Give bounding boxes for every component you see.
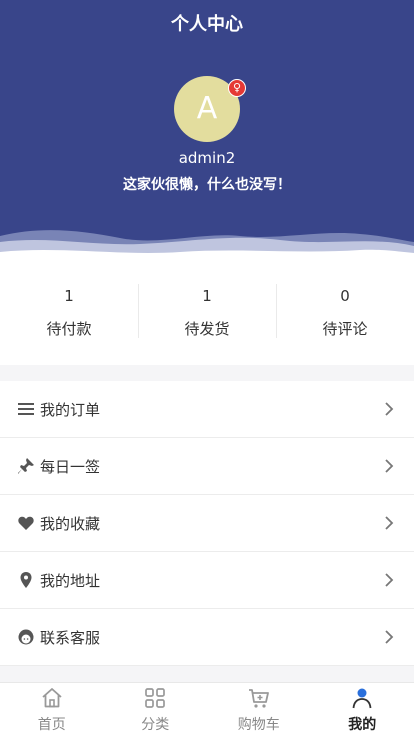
order-stats: 1 待付款 1 待发货 0 待评论 [0, 258, 414, 365]
menu-item-label: 每日一签 [40, 456, 100, 477]
wave-decoration [0, 222, 414, 258]
grid-icon [144, 687, 166, 709]
chevron-right-icon [384, 458, 394, 474]
menu-item-label: 我的订单 [40, 399, 100, 420]
cart-icon [248, 687, 270, 709]
home-icon [41, 687, 63, 709]
tab-label: 我的 [311, 714, 414, 734]
stat-count: 1 [0, 287, 138, 305]
heart-icon [18, 515, 34, 531]
tab-mine[interactable]: 我的 [311, 683, 414, 737]
stat-pending-shipment[interactable]: 1 待发货 [138, 258, 276, 365]
user-icon [351, 687, 373, 709]
tab-label: 首页 [0, 714, 104, 734]
username: admin2 [0, 149, 414, 167]
stat-pending-payment[interactable]: 1 待付款 [0, 258, 138, 365]
chevron-right-icon [384, 629, 394, 645]
stat-pending-review[interactable]: 0 待评论 [276, 258, 414, 365]
bottom-tab-bar: 首页 分类 购物车 我的 [0, 682, 414, 737]
menu-list: 我的订单 每日一签 我的收藏 我的地址 联系客服 [0, 381, 414, 666]
support-icon [18, 629, 34, 645]
profile-header: 个人中心 A ♀ admin2 这家伙很懒，什么也没写！ [0, 0, 414, 258]
menu-item-daily-signin[interactable]: 每日一签 [0, 438, 414, 495]
stat-label: 待发货 [138, 318, 276, 339]
pin-icon [18, 458, 34, 474]
menu-item-label: 联系客服 [40, 627, 100, 648]
tab-category[interactable]: 分类 [104, 683, 208, 737]
tab-label: 购物车 [207, 714, 311, 734]
menu-item-label: 我的地址 [40, 570, 100, 591]
chevron-right-icon [384, 401, 394, 417]
menu-item-customer-service[interactable]: 联系客服 [0, 609, 414, 666]
page-title: 个人中心 [0, 10, 414, 36]
menu-item-label: 我的收藏 [40, 513, 100, 534]
chevron-right-icon [384, 515, 394, 531]
location-icon [18, 572, 34, 588]
chevron-right-icon [384, 572, 394, 588]
stat-count: 0 [276, 287, 414, 305]
list-icon [18, 401, 34, 417]
stat-label: 待评论 [276, 318, 414, 339]
menu-item-orders[interactable]: 我的订单 [0, 381, 414, 438]
menu-item-favorites[interactable]: 我的收藏 [0, 495, 414, 552]
tab-home[interactable]: 首页 [0, 683, 104, 737]
stat-label: 待付款 [0, 318, 138, 339]
menu-item-address[interactable]: 我的地址 [0, 552, 414, 609]
tab-cart[interactable]: 购物车 [207, 683, 311, 737]
gender-female-icon: ♀ [228, 79, 246, 97]
stat-count: 1 [138, 287, 276, 305]
signature: 这家伙很懒，什么也没写！ [0, 174, 414, 194]
tab-label: 分类 [104, 714, 208, 734]
